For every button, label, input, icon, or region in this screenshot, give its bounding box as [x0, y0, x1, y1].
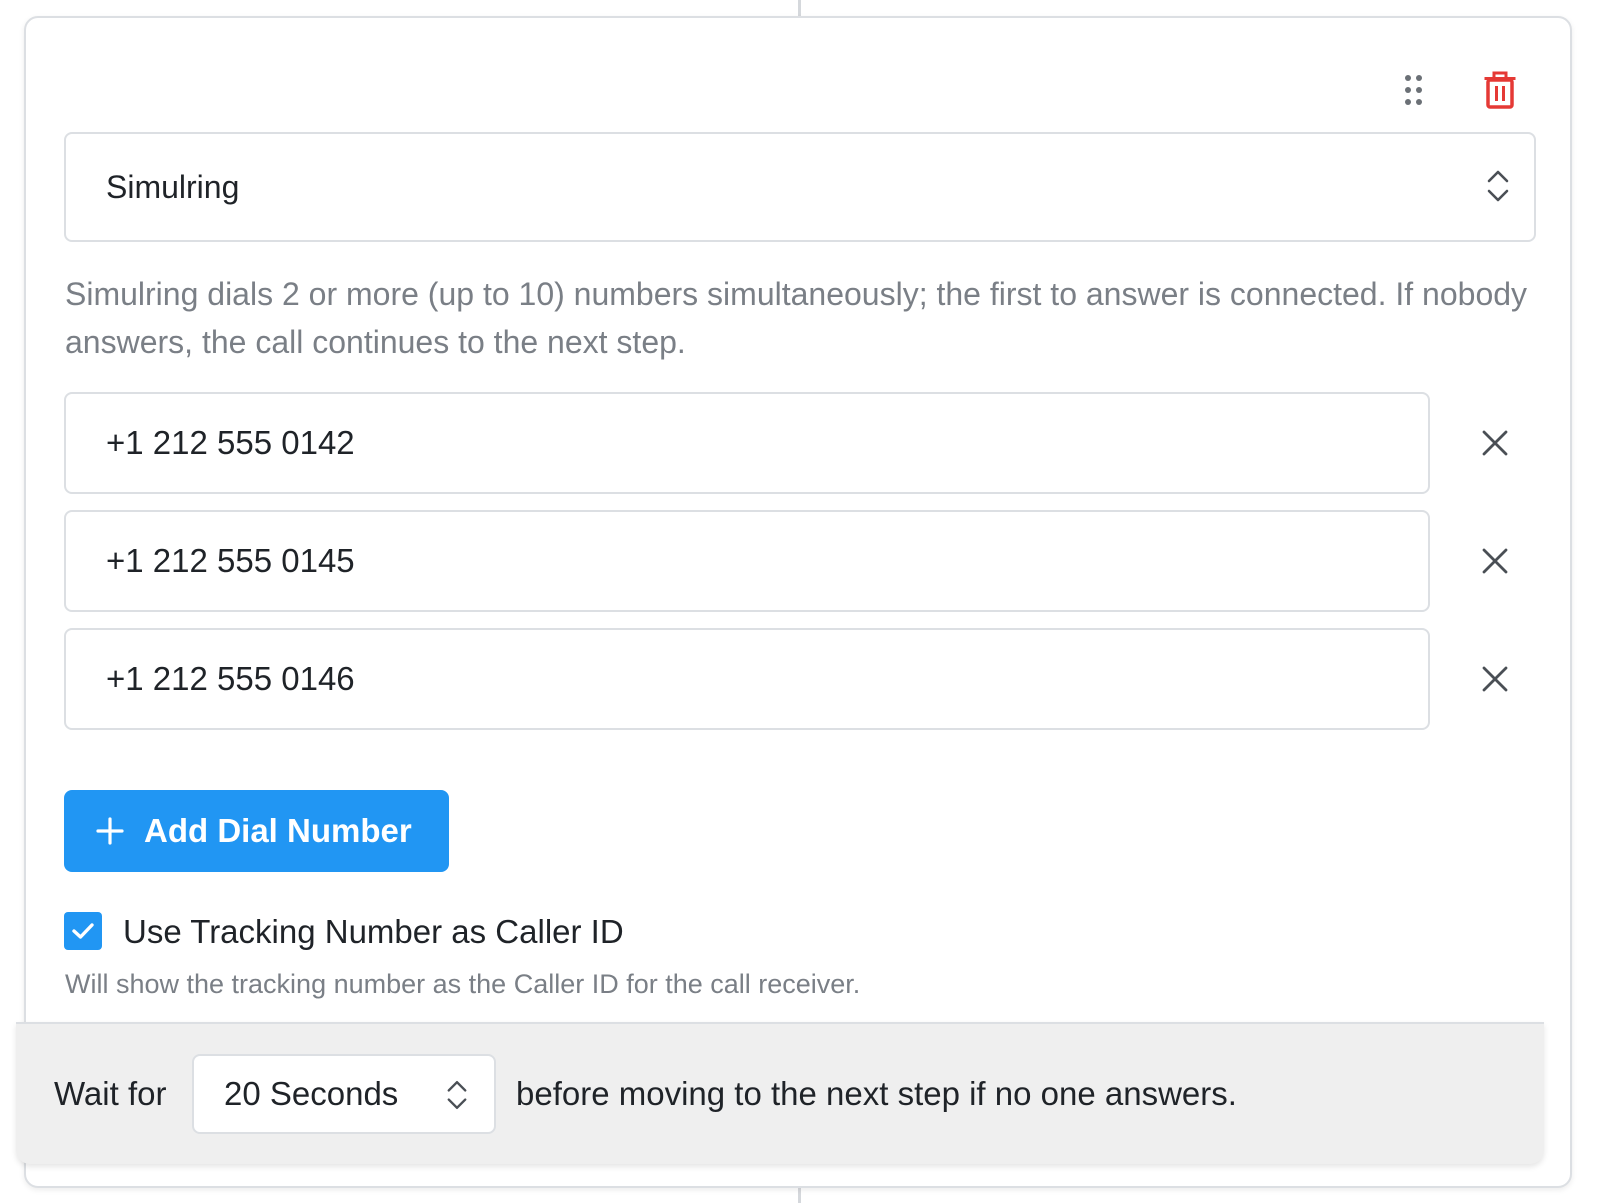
- close-icon: [1482, 548, 1508, 574]
- dial-number-input-3[interactable]: [64, 628, 1430, 730]
- check-icon: [72, 923, 94, 939]
- step-type-value: Simulring: [106, 168, 240, 205]
- wait-footer: Wait for 20 Seconds before moving to the…: [16, 1022, 1544, 1164]
- wait-duration-value: 20 Seconds: [224, 1075, 399, 1112]
- remove-dial-number-3-button[interactable]: [1476, 660, 1514, 698]
- caller-id-help-text: Will show the tracking number as the Cal…: [65, 969, 861, 999]
- dial-number-input-1[interactable]: [64, 392, 1430, 494]
- step-type-select[interactable]: Simulring: [64, 132, 1536, 242]
- wait-suffix-text: before moving to the next step if no one…: [516, 1075, 1237, 1112]
- simulring-step-card: Simulring Simulring dials 2 or more (up …: [24, 16, 1572, 1188]
- trash-icon: [1484, 71, 1516, 109]
- close-icon: [1482, 430, 1508, 456]
- add-dial-number-button[interactable]: Add Dial Number: [64, 790, 449, 872]
- chevron-up-down-icon: [447, 1080, 467, 1110]
- remove-dial-number-1-button[interactable]: [1476, 424, 1514, 462]
- remove-dial-number-2-button[interactable]: [1476, 542, 1514, 580]
- delete-step-button[interactable]: [1478, 68, 1522, 112]
- dial-number-row: [64, 510, 1542, 612]
- dial-number-row: [64, 392, 1542, 494]
- dial-number-row: [64, 628, 1542, 730]
- step-description: Simulring dials 2 or more (up to 10) num…: [65, 276, 1528, 360]
- wait-duration-select[interactable]: 20 Seconds: [192, 1054, 496, 1134]
- dial-number-input-2[interactable]: [64, 510, 1430, 612]
- chevron-up-down-icon: [1487, 170, 1509, 202]
- close-icon: [1482, 666, 1508, 692]
- wait-prefix-text: Wait for: [54, 1075, 167, 1112]
- drag-handle-icon: [1405, 75, 1422, 105]
- add-dial-number-label: Add Dial Number: [144, 812, 412, 849]
- drag-handle[interactable]: [1396, 70, 1432, 110]
- caller-id-checkbox[interactable]: [64, 912, 102, 950]
- caller-id-label[interactable]: Use Tracking Number as Caller ID: [123, 910, 624, 954]
- plus-icon: [96, 817, 124, 845]
